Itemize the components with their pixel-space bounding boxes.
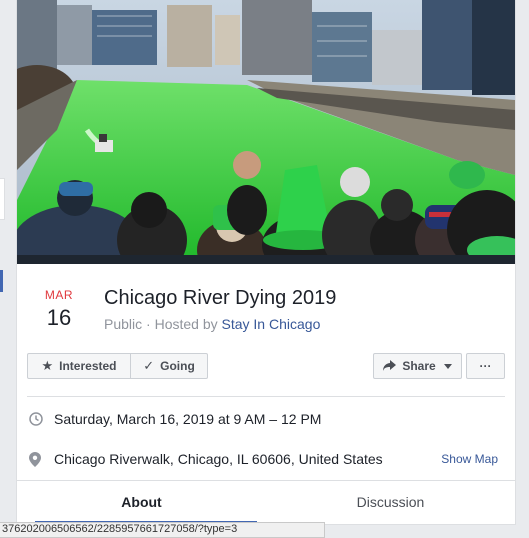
- share-arrow-icon: [383, 359, 397, 374]
- left-nav-accent: [0, 270, 3, 292]
- going-label: Going: [160, 359, 195, 373]
- share-button[interactable]: Share: [373, 353, 462, 379]
- event-day: 16: [46, 305, 72, 330]
- cover-photo-illustration: [17, 0, 515, 264]
- location-pin-icon: [29, 452, 41, 470]
- event-title: Chicago River Dying 2019: [104, 287, 337, 309]
- event-location[interactable]: Chicago Riverwalk, Chicago, IL 60606, Un…: [54, 451, 383, 467]
- more-dots-icon: ···: [479, 359, 492, 373]
- event-time-row: Saturday, March 16, 2019 at 9 AM – 12 PM: [27, 410, 505, 430]
- share-label: Share: [402, 359, 436, 373]
- show-map-link[interactable]: Show Map: [441, 452, 498, 466]
- hosted-by-prefix: · Hosted by: [142, 316, 222, 332]
- left-page-strip: [0, 0, 16, 534]
- status-bar-url: 37620200650656​2/2285957661727058/?type=…: [0, 522, 325, 538]
- star-icon: ★: [41, 358, 54, 373]
- left-side-panel-edge: [0, 178, 5, 220]
- event-location-row: Chicago Riverwalk, Chicago, IL 60606, Un…: [27, 450, 505, 470]
- more-options-button[interactable]: ···: [466, 353, 505, 379]
- event-month: MAR: [44, 288, 74, 302]
- tab-about[interactable]: About: [17, 481, 266, 524]
- divider: [27, 396, 505, 397]
- event-card: MAR 16 Chicago River Dying 2019 Public ·…: [16, 0, 516, 525]
- event-visibility: Public: [104, 316, 143, 332]
- chevron-down-icon: [443, 363, 452, 369]
- clock-icon: [29, 412, 43, 429]
- event-tabs: About Discussion: [17, 480, 515, 525]
- interested-label: Interested: [59, 359, 117, 373]
- event-datetime[interactable]: Saturday, March 16, 2019 at 9 AM – 12 PM: [54, 411, 321, 427]
- event-date-block: MAR 16: [29, 288, 89, 331]
- event-host-link[interactable]: Stay In Chicago: [222, 316, 321, 332]
- checkmark-icon: ✓: [143, 358, 155, 373]
- tab-discussion[interactable]: Discussion: [266, 481, 515, 524]
- event-subtitle: Public · Hosted by Stay In Chicago: [104, 316, 320, 332]
- interested-button[interactable]: ★ Interested: [27, 353, 131, 379]
- going-button[interactable]: ✓ Going: [130, 353, 208, 379]
- event-cover-photo[interactable]: [17, 0, 515, 264]
